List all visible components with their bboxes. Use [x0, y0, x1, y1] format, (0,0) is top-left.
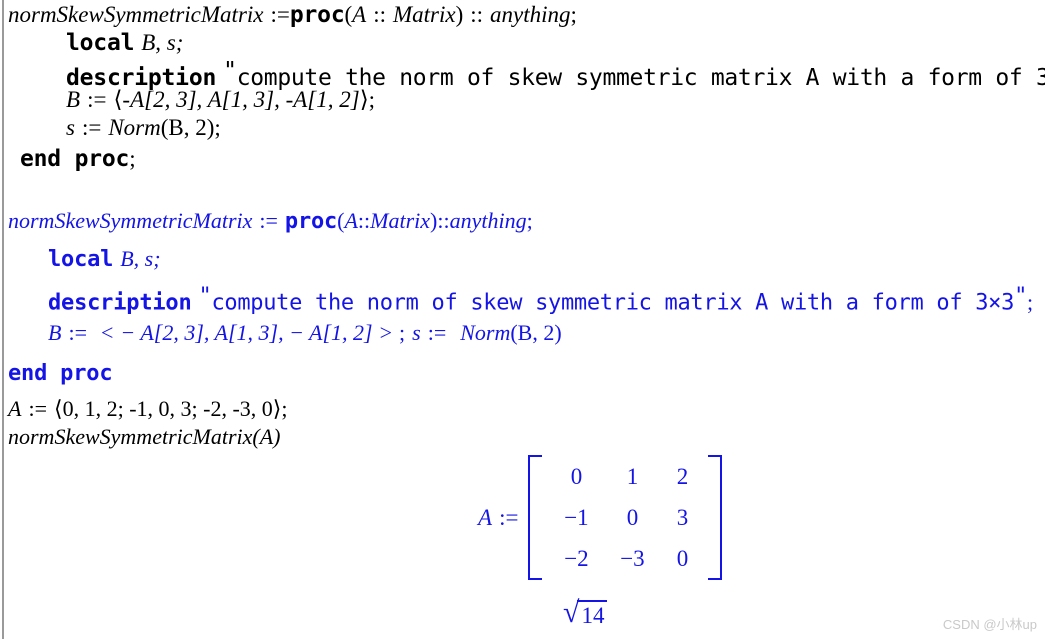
param-type: Matrix — [392, 2, 456, 27]
local-variables: B, s; — [120, 246, 161, 271]
matrix-label-name: A — [478, 504, 493, 530]
output-end-proc-line: end proc — [8, 360, 113, 386]
angle-bracket-open: ⟨ — [53, 396, 63, 421]
proc-call-line[interactable]: normSkewSymmetricMatrix(A) — [8, 424, 280, 450]
matrix-bracket-left — [528, 455, 543, 580]
output-description-line: description "compute the norm of skew sym… — [48, 284, 1033, 316]
end-proc-keyword: end proc — [8, 361, 113, 386]
b-vector-body: − A[2, 3], A[1, 3], − A[1, 2] — [120, 320, 373, 345]
output-b-and-s-assignment-line: B:= < − A[2, 3], A[1, 3], − A[1, 2] >; s:= No… — [48, 320, 562, 346]
assign-operator: := — [81, 115, 102, 140]
return-type: anything — [449, 208, 527, 233]
description-keyword: description — [48, 290, 192, 316]
s-variable: s — [66, 115, 75, 140]
radicand-value: 14 — [577, 600, 608, 627]
type-separator: :: — [357, 208, 371, 233]
statement-semicolon: ; — [368, 87, 376, 112]
end-proc-line[interactable]: end proc; — [20, 146, 136, 172]
open-paren: ( — [344, 2, 353, 27]
b-vector-body: -A[2, 3], A[1, 3], -A[1, 2] — [122, 87, 360, 112]
norm-function: Norm — [108, 115, 161, 140]
b-variable: B — [48, 320, 62, 345]
return-type-separator: :: — [437, 208, 450, 233]
angle-bracket-open: < — [100, 320, 114, 345]
return-type-separator: :: — [470, 2, 484, 27]
scalar-output: √ 14 — [563, 598, 608, 627]
matrix-assign-operator: := — [499, 504, 519, 530]
matrix-bracket-right — [708, 455, 723, 580]
assign-operator: := — [68, 320, 87, 345]
end-proc-keyword: end proc — [20, 146, 130, 172]
matrix-cell: 0 — [570, 464, 583, 489]
local-declaration-line[interactable]: local B, s; — [66, 30, 183, 56]
matrix-output: A:= 0 1 2 −1 0 3 −2 −3 0 — [478, 455, 723, 580]
execution-group-bar — [2, 0, 4, 639]
proc-call-expression: normSkewSymmetricMatrix(A) — [8, 424, 281, 449]
param-type: Matrix — [370, 208, 431, 233]
close-quote: " — [1014, 284, 1028, 309]
a-variable: A — [8, 396, 22, 421]
proc-keyword: proc — [289, 2, 345, 28]
open-quote: " — [198, 284, 212, 309]
assign-operator: := — [28, 396, 47, 421]
norm-function: Norm — [460, 320, 511, 345]
norm-arguments: (B, 2) — [160, 115, 215, 140]
statement-semicolon: ; — [281, 396, 288, 421]
b-assignment-line[interactable]: B:= ⟨-A[2, 3], A[1, 3], -A[1, 2]⟩; — [66, 87, 375, 113]
s-variable: s — [412, 320, 421, 345]
matrix-cell: 0 — [626, 505, 639, 530]
angle-bracket-close: > — [379, 320, 393, 345]
proc-definition-line[interactable]: normSkewSymmetricMatrix:=proc(A:: Matrix)… — [8, 2, 577, 28]
b-variable: B — [66, 87, 81, 112]
statement-semicolon: ; — [214, 115, 221, 140]
proc-name: normSkewSymmetricMatrix — [8, 2, 264, 27]
output-local-declaration-line: local B, s; — [48, 246, 161, 272]
return-type: anything — [490, 2, 571, 27]
local-keyword: local — [48, 247, 114, 272]
param-name: A — [344, 208, 358, 233]
matrix-cell: 1 — [626, 464, 639, 489]
assign-operator: := — [270, 2, 290, 27]
matrix-cells: 0 1 2 −1 0 3 −2 −3 0 — [542, 455, 708, 580]
statement-semicolon: ; — [1027, 289, 1034, 315]
matrix-cell: 0 — [676, 546, 689, 571]
assign-operator: := — [259, 208, 278, 233]
output-proc-definition-line: normSkewSymmetricMatrix:= proc(A::Matrix)… — [8, 208, 533, 234]
statement-semicolon: ; — [526, 208, 533, 233]
proc-name: normSkewSymmetricMatrix — [8, 208, 253, 233]
assign-operator: := — [87, 87, 107, 112]
assign-operator-2: := — [427, 320, 447, 345]
s-assignment-line[interactable]: s:= Norm(B, 2); — [66, 115, 221, 141]
proc-keyword: proc — [284, 209, 338, 234]
matrix-cell: −3 — [620, 546, 645, 571]
angle-bracket-close: ⟩ — [359, 87, 369, 112]
param-name: A — [352, 2, 367, 27]
matrix-cell: −2 — [564, 546, 589, 571]
matrix-input-line[interactable]: A:= ⟨0, 1, 2; -1, 0, 3; -2, -3, 0⟩; — [8, 396, 288, 422]
statement-semicolon: ; — [129, 146, 136, 171]
local-keyword: local — [66, 30, 135, 56]
watermark: CSDN @小林up — [942, 617, 1037, 632]
matrix-cell: −1 — [564, 505, 589, 530]
matrix-literal-body: 0, 1, 2; -1, 0, 3; -2, -3, 0 — [62, 396, 273, 421]
close-paren: ) — [455, 2, 464, 27]
norm-arguments: (B, 2) — [510, 320, 562, 345]
type-separator: :: — [373, 2, 386, 27]
statement-semicolon: ; — [399, 320, 406, 345]
description-text: compute the norm of skew symmetric matri… — [211, 290, 1015, 316]
local-variables: B, s; — [141, 30, 184, 55]
description-line[interactable]: description "compute the norm of skew sym… — [66, 58, 1045, 91]
open-quote: " — [223, 58, 237, 84]
matrix-label: A:= — [478, 505, 518, 531]
statement-semicolon: ; — [570, 2, 577, 27]
matrix-cell: 2 — [676, 464, 689, 489]
matrix-cell: 3 — [676, 505, 689, 530]
